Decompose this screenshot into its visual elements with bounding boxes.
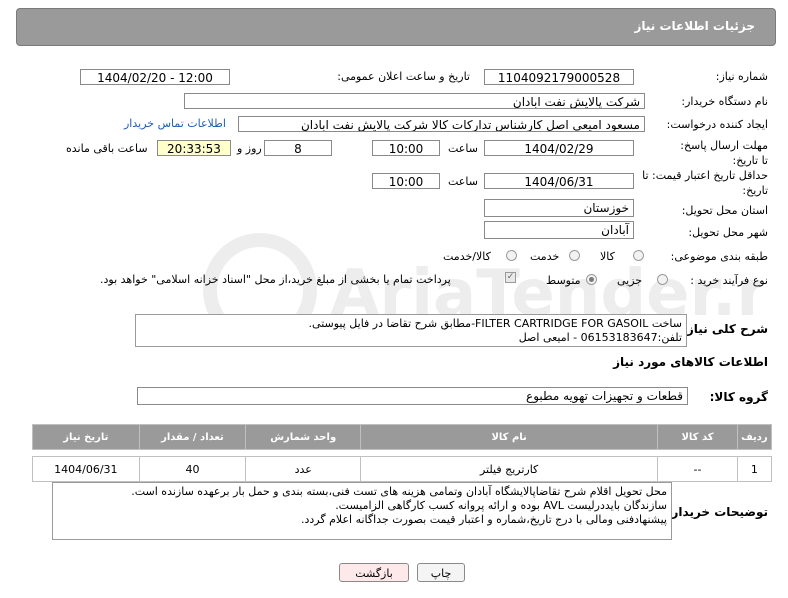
cell-date: 1404/06/31: [32, 456, 140, 482]
cell-unit: عدد: [245, 456, 362, 482]
description-textarea[interactable]: ساخت FILTER CARTRIDGE FOR GASOIL-مطابق ش…: [135, 314, 687, 347]
col-row: ردیف: [736, 424, 773, 450]
goods-section-title: اطلاعات کالاهای مورد نیاز: [613, 355, 768, 369]
description-line-2: تلفن:06153183647 - امیعی اصل: [518, 331, 682, 344]
buyer-notes-line-3: پیشنهادفنی ومالی با درج تاریخ،شماره و اع…: [301, 513, 667, 526]
need-number-label: شماره نیاز:: [715, 70, 768, 83]
buyer-notes-line-2: سازندگان بایددرلیست AVL بوده و ارائه پرو…: [335, 499, 667, 512]
province-field[interactable]: خوزستان: [484, 199, 634, 217]
col-unit: واحد شمارش: [245, 424, 362, 450]
category-radio-goods[interactable]: [633, 250, 644, 261]
need-number-field[interactable]: 1104092179000528: [484, 69, 634, 85]
buyer-contact-link[interactable]: اطلاعات تماس خریدار: [124, 117, 226, 130]
cell-code: --: [657, 456, 738, 482]
reply-time-field[interactable]: 10:00: [372, 140, 440, 156]
goods-group-label: گروه کالا:: [709, 390, 768, 404]
remaining-time-field: 20:33:53: [157, 140, 231, 156]
buyer-notes-line-1: محل تحویل اقلام شرح تقاضاپالایشگاه آبادا…: [131, 485, 667, 498]
treasury-payment-note: پرداخت تمام یا بخشی از مبلغ خرید،از محل …: [100, 273, 451, 286]
price-time-field[interactable]: 10:00: [372, 173, 440, 189]
days-field[interactable]: 8: [264, 140, 332, 156]
cell-qty: 40: [138, 456, 247, 482]
print-button[interactable]: چاپ: [417, 563, 465, 582]
remaining-label: ساعت باقی مانده: [66, 142, 148, 155]
announce-field[interactable]: 1404/02/20 - 12:00: [80, 69, 230, 85]
treasury-payment-checkbox[interactable]: ✓: [505, 272, 516, 283]
process-radio-minor[interactable]: [657, 274, 668, 285]
buyer-notes-label: توضیحات خریدار:: [666, 505, 768, 519]
category-radio-service[interactable]: [569, 250, 580, 261]
table-row[interactable]: 1 -- کارتریج فیلتر عدد 40 1404/06/31: [32, 456, 773, 482]
price-time-label: ساعت: [448, 175, 478, 188]
price-date-field[interactable]: 1404/06/31: [484, 173, 634, 189]
days-label: روز و: [237, 142, 262, 155]
announce-label: تاریخ و ساعت اعلان عمومی:: [337, 70, 470, 83]
back-button[interactable]: بازگشت: [339, 563, 409, 582]
col-date: تاریخ نیاز: [32, 424, 140, 450]
buyer-org-field[interactable]: شرکت پالایش نفت ابادان: [184, 93, 645, 109]
process-label: نوع فرآیند خرید :: [690, 274, 768, 287]
buyer-notes-textarea[interactable]: محل تحویل اقلام شرح تقاضاپالایشگاه آبادا…: [52, 482, 672, 540]
page-title: جزئیات اطلاعات نیاز: [634, 19, 755, 33]
category-label: طبقه بندی موضوعی:: [670, 250, 768, 263]
col-name: نام کالا: [360, 424, 659, 450]
col-code: کد کالا: [657, 424, 738, 450]
header-panel: جزئیات اطلاعات نیاز: [16, 8, 776, 46]
process-option-medium: متوسط: [546, 274, 581, 287]
reply-time-label: ساعت: [448, 142, 478, 155]
price-validity-label: حداقل تاریخ اعتبار قیمت: تا تاریخ:: [642, 169, 768, 197]
category-option-goods-service: کالا/خدمت: [443, 250, 491, 263]
category-radio-goods-service[interactable]: [506, 250, 517, 261]
process-option-minor: جزیی: [617, 274, 643, 287]
cell-name: کارتریج فیلتر: [360, 456, 659, 482]
col-qty: تعداد / مقدار: [138, 424, 247, 450]
reply-date-field[interactable]: 1404/02/29: [484, 140, 634, 156]
process-radio-medium[interactable]: [586, 274, 597, 285]
city-label: شهر محل تحویل:: [688, 226, 768, 239]
creator-label: ایجاد کننده درخواست:: [666, 118, 768, 131]
description-label: شرح کلی نیاز:: [682, 322, 768, 336]
category-option-service: خدمت: [530, 250, 560, 263]
description-line-1: ساخت FILTER CARTRIDGE FOR GASOIL-مطابق ش…: [308, 317, 682, 330]
cell-row: 1: [736, 456, 773, 482]
category-option-goods: کالا: [600, 250, 615, 263]
reply-deadline-label: مهلت ارسال پاسخ: تا تاریخ:: [680, 139, 768, 167]
city-field[interactable]: آبادان: [484, 221, 634, 239]
buyer-org-label: نام دستگاه خریدار:: [681, 95, 768, 108]
province-label: استان محل تحویل:: [681, 204, 768, 217]
creator-field[interactable]: مسعود امیعی اصل کارشناس تدارکات کالا شرک…: [238, 116, 645, 132]
goods-group-field[interactable]: قطعات و تجهیزات تهویه مطبوع: [137, 387, 688, 405]
goods-table: ردیف کد کالا نام کالا واحد شمارش تعداد /…: [32, 424, 773, 482]
